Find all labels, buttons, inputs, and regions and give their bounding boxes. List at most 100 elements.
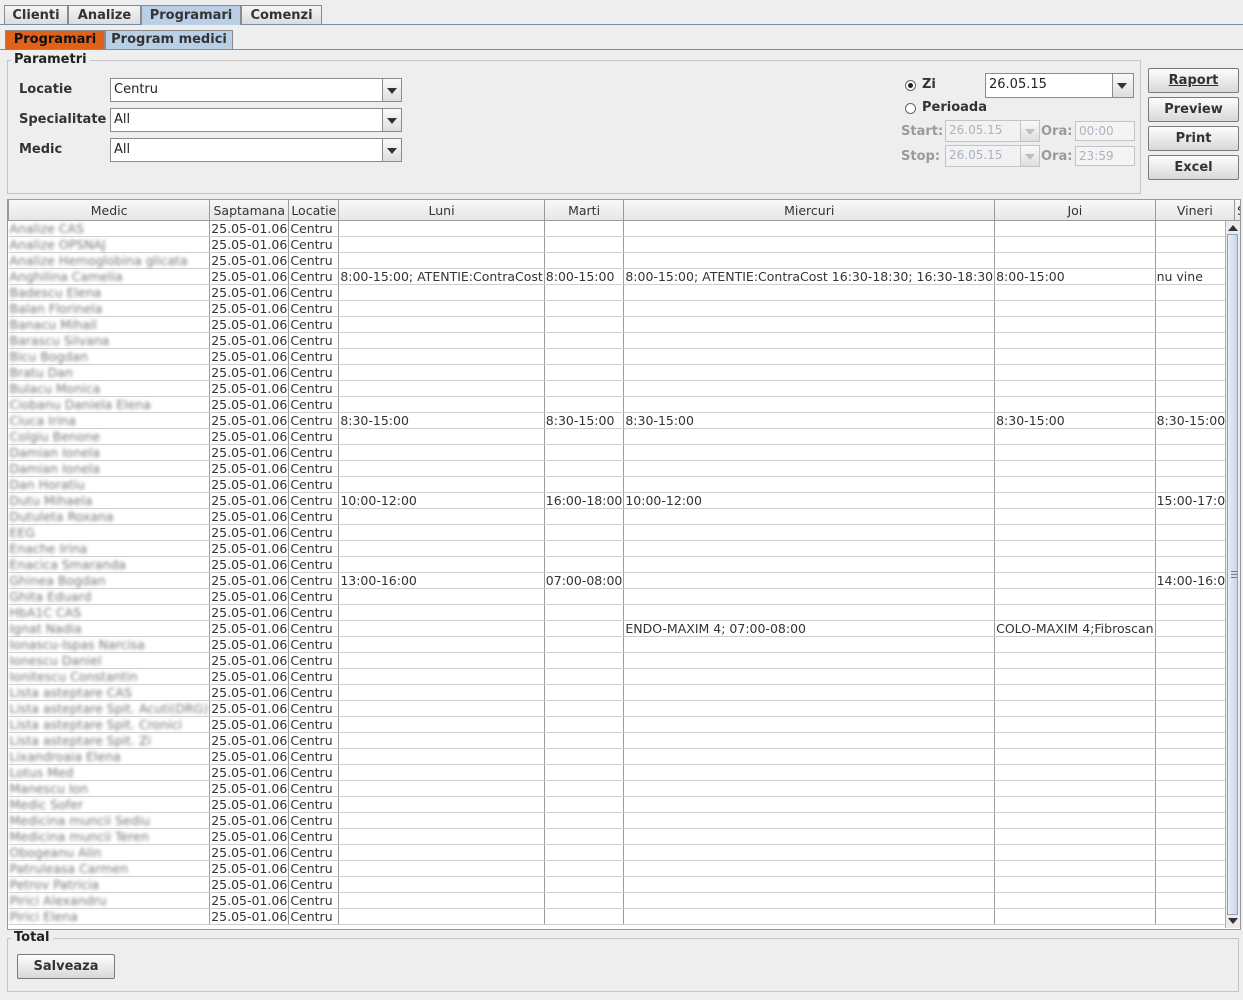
table-cell[interactable]: [623, 716, 996, 733]
table-row[interactable]: Lista asteptare Spit. Zi 25.05-01.06 Centr…: [8, 732, 1240, 749]
table-cell[interactable]: [338, 876, 545, 893]
table-cell[interactable]: [338, 332, 545, 349]
table-cell[interactable]: [623, 780, 996, 797]
table-cell[interactable]: [994, 668, 1156, 685]
table-cell[interactable]: 25.05-01.06: [209, 364, 290, 381]
table-cell[interactable]: 25.05-01.06: [209, 876, 290, 893]
table-cell[interactable]: [994, 780, 1156, 797]
table-row[interactable]: Ghinea Bogdan 25.05-01.06 Centru 13:00-16:0…: [8, 572, 1240, 589]
table-cell[interactable]: [994, 812, 1156, 829]
table-cell[interactable]: [994, 844, 1156, 861]
table-cell[interactable]: [338, 348, 545, 365]
table-row[interactable]: Ionascu-Ispas Narcisa 25.05-01.06 Centru: [8, 636, 1240, 653]
table-cell[interactable]: 25.05-01.06: [209, 268, 290, 285]
table-cell[interactable]: Centru: [288, 876, 340, 893]
medic-combo[interactable]: All: [110, 138, 402, 162]
table-cell[interactable]: 25.05-01.06: [209, 860, 290, 877]
table-cell[interactable]: Centru: [288, 716, 340, 733]
table-cell[interactable]: Centru: [288, 828, 340, 845]
table-row[interactable]: Damian Ionela 25.05-01.06 Centru: [8, 444, 1240, 461]
table-cell[interactable]: Enacica Smaranda: [8, 556, 211, 573]
table-cell[interactable]: 15:00-17:00: [1155, 492, 1236, 509]
table-cell[interactable]: [544, 380, 625, 397]
table-cell[interactable]: [1155, 588, 1236, 605]
table-cell[interactable]: [1155, 748, 1236, 765]
table-row[interactable]: Ciuca Irina 25.05-01.06 Centru 8:30-15:00 8:…: [8, 412, 1240, 429]
table-cell[interactable]: [544, 620, 625, 637]
table-cell[interactable]: [1155, 316, 1236, 333]
table-cell[interactable]: [623, 700, 996, 717]
table-cell[interactable]: Damian Ionela: [8, 444, 211, 461]
table-cell[interactable]: 25.05-01.06: [209, 748, 290, 765]
table-cell[interactable]: Centru: [288, 636, 340, 653]
scrollbar-thumb[interactable]: [1227, 234, 1238, 915]
table-cell[interactable]: [1155, 796, 1236, 813]
table-cell[interactable]: [994, 540, 1156, 557]
column-header[interactable]: Medic: [8, 200, 211, 221]
table-row[interactable]: HbA1C CAS 25.05-01.06 Centru: [8, 604, 1240, 621]
table-cell[interactable]: [544, 300, 625, 317]
table-cell[interactable]: [1155, 396, 1236, 413]
tab-analize[interactable]: Analize: [68, 5, 141, 24]
table-cell[interactable]: [994, 476, 1156, 493]
table-cell[interactable]: Centru: [288, 236, 340, 253]
table-cell[interactable]: [623, 668, 996, 685]
table-cell[interactable]: [994, 364, 1156, 381]
table-cell[interactable]: [338, 396, 545, 413]
table-cell[interactable]: [994, 892, 1156, 909]
table-cell[interactable]: [623, 364, 996, 381]
table-cell[interactable]: Centru: [288, 268, 340, 285]
table-row[interactable]: Balan Florinela 25.05-01.06 Centru: [8, 300, 1240, 317]
table-cell[interactable]: 25.05-01.06: [209, 908, 290, 925]
table-cell[interactable]: [338, 236, 545, 253]
table-cell[interactable]: [1155, 428, 1236, 445]
table-cell[interactable]: [994, 236, 1156, 253]
table-cell[interactable]: Badescu Elena: [8, 284, 211, 301]
table-cell[interactable]: [1155, 764, 1236, 781]
table-cell[interactable]: [623, 588, 996, 605]
table-cell[interactable]: [1155, 860, 1236, 877]
table-row[interactable]: Barascu Silvana 25.05-01.06 Centru: [8, 332, 1240, 349]
table-row[interactable]: Dutuleta Roxana 25.05-01.06 Centru: [8, 508, 1240, 525]
table-cell[interactable]: [544, 604, 625, 621]
table-cell[interactable]: Centru: [288, 684, 340, 701]
table-cell[interactable]: 25.05-01.06: [209, 236, 290, 253]
table-cell[interactable]: [1155, 380, 1236, 397]
table-cell[interactable]: Centru: [288, 780, 340, 797]
table-cell[interactable]: 25.05-01.06: [209, 284, 290, 301]
table-row[interactable]: Ignat Nadia 25.05-01.06 Centru ENDO-MAXIM 4…: [8, 620, 1240, 637]
table-cell[interactable]: 25.05-01.06: [209, 444, 290, 461]
excel-button[interactable]: Excel: [1148, 155, 1239, 180]
table-cell[interactable]: Centru: [288, 220, 340, 237]
table-cell[interactable]: [544, 588, 625, 605]
table-cell[interactable]: Ciobanu Daniela Elena: [8, 396, 211, 413]
table-row[interactable]: Lista asteptare Spit. Cronici 25.05-01.06…: [8, 716, 1240, 733]
table-cell[interactable]: [544, 332, 625, 349]
table-cell[interactable]: 8:30-15:00: [994, 412, 1156, 429]
table-cell[interactable]: 25.05-01.06: [209, 300, 290, 317]
table-cell[interactable]: 14:00-16:00: [1155, 572, 1236, 589]
table-cell[interactable]: [994, 332, 1156, 349]
table-cell[interactable]: Ionascu-Ispas Narcisa: [8, 636, 211, 653]
table-cell[interactable]: 8:30-15:00: [1155, 412, 1236, 429]
table-cell[interactable]: 25.05-01.06: [209, 572, 290, 589]
table-cell[interactable]: 25.05-01.06: [209, 412, 290, 429]
table-cell[interactable]: [1155, 332, 1236, 349]
table-cell[interactable]: [338, 684, 545, 701]
table-cell[interactable]: Patruleasa Carmen: [8, 860, 211, 877]
table-cell[interactable]: [623, 636, 996, 653]
table-cell[interactable]: EEG: [8, 524, 211, 541]
print-button[interactable]: Print: [1148, 126, 1239, 151]
table-cell[interactable]: [994, 876, 1156, 893]
table-cell[interactable]: Petrov Patricia: [8, 876, 211, 893]
table-cell[interactable]: [1155, 444, 1236, 461]
table-cell[interactable]: [544, 844, 625, 861]
table-cell[interactable]: [994, 828, 1156, 845]
table-cell[interactable]: 25.05-01.06: [209, 764, 290, 781]
table-cell[interactable]: Bulacu Monica: [8, 380, 211, 397]
table-cell[interactable]: 25.05-01.06: [209, 796, 290, 813]
table-cell[interactable]: Lista asteptare Spit. Zi: [8, 732, 211, 749]
column-header[interactable]: Marti: [543, 200, 625, 221]
table-cell[interactable]: Centru: [288, 444, 340, 461]
table-cell[interactable]: [544, 892, 625, 909]
